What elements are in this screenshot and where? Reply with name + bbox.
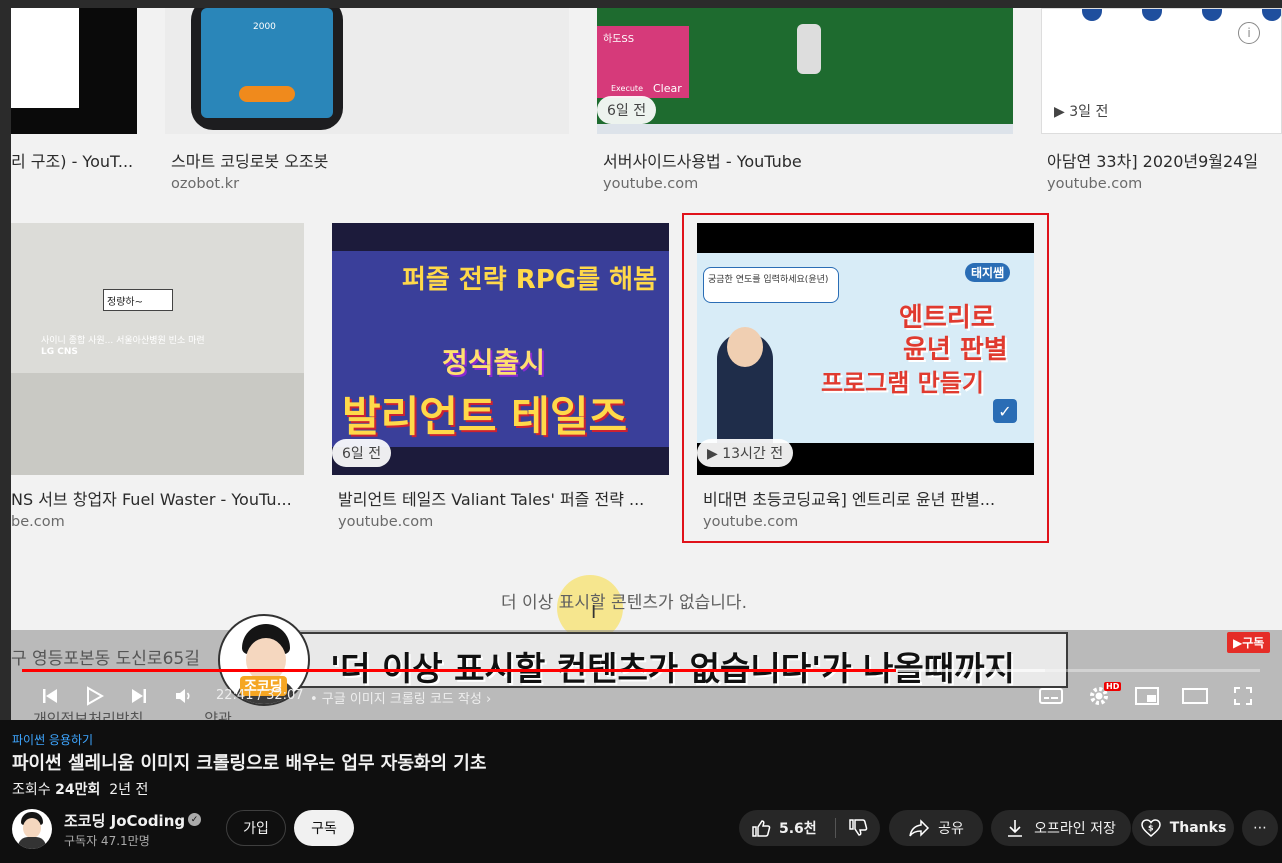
doc-circle-3: [1202, 9, 1222, 21]
phone-button-graphic: [239, 86, 295, 102]
result-source-2: ozobot.kr: [171, 176, 240, 192]
result-title-1: 리 구조) - YouT...: [11, 152, 134, 171]
offline-save-label: 오프라인 저장: [1034, 821, 1116, 837]
game-top-text: 퍼즐 전략 RPG를 해봄: [402, 265, 658, 295]
play-icon[interactable]: [80, 682, 108, 710]
upload-age: 2년 전: [109, 782, 149, 798]
hashtag-link[interactable]: 파이썬 응용하기: [12, 731, 93, 748]
result-thumbnail-2: 2000: [165, 8, 569, 134]
volume-icon[interactable]: [170, 682, 198, 710]
result-title-2: 스마트 코딩로봇 오조봇: [171, 152, 329, 171]
thumbs-down-icon: [848, 818, 868, 838]
miniplayer-icon[interactable]: [1133, 682, 1161, 710]
theater-mode-icon[interactable]: [1181, 682, 1209, 710]
doc-circle-1: [1082, 9, 1102, 21]
highlight-box: [682, 213, 1049, 543]
result-title-5: NS 서브 창업자 Fuel Waster - YouTu...: [11, 490, 292, 509]
text-cursor-icon: Ⅰ: [591, 602, 597, 623]
fullscreen-icon[interactable]: [1229, 682, 1257, 710]
offline-save-button[interactable]: 오프라인 저장: [991, 810, 1131, 846]
address-text: 구 영등포본동 도신로65길: [11, 649, 200, 669]
channel-avatar[interactable]: [12, 809, 52, 849]
like-count: 5.6천: [779, 821, 817, 837]
time-display: 22:41 / 32:07: [216, 688, 304, 703]
channel-name[interactable]: 조코딩 JoCoding: [64, 810, 185, 831]
time-badge-3: 6일 전: [597, 96, 657, 124]
thumbs-up-icon: [751, 818, 771, 838]
chapter-title[interactable]: • 구글 이미지 크롤링 코드 작성 ›: [310, 688, 491, 707]
heart-dollar-icon: $: [1140, 818, 1162, 838]
subscriber-count: 구독자 47.1만명: [64, 834, 150, 848]
share-button[interactable]: 공유: [889, 810, 983, 846]
time-badge-6: 6일 전: [332, 439, 392, 467]
time-badge-4: ▶ 3일 전: [1044, 97, 1119, 125]
join-button[interactable]: 가입: [226, 810, 286, 846]
info-icon[interactable]: i: [1238, 22, 1260, 44]
svg-text:$: $: [1148, 824, 1154, 833]
like-button[interactable]: 5.6천: [739, 810, 835, 846]
progress-played: [22, 669, 897, 672]
roblox-character: [797, 24, 821, 74]
result-source-3: youtube.com: [603, 176, 699, 192]
previous-icon[interactable]: [36, 682, 64, 710]
pink-panel-clear: Clear: [653, 82, 682, 95]
thanks-button[interactable]: $ Thanks: [1132, 810, 1234, 846]
subscribe-button[interactable]: 구독: [294, 810, 354, 846]
verified-check-icon: ✓: [188, 813, 201, 826]
result-source-5: be.com: [11, 514, 65, 530]
subtitles-icon[interactable]: [1037, 682, 1065, 710]
pink-panel: 하도SS Execute Clear: [597, 26, 689, 98]
game-mid-text: 정식출시: [442, 346, 546, 379]
result-thumbnail-3: 하도SS Execute Clear 6일 전: [597, 8, 1013, 134]
taskbar-graphic: [597, 124, 1013, 134]
video-title: 파이썬 셀레니움 이미지 크롤링으로 배우는 업무 자동화의 기초: [12, 753, 487, 774]
phone-score: 2000: [253, 22, 276, 32]
doc-circle-2: [1142, 9, 1162, 21]
views-value: 24만회: [55, 782, 101, 798]
video-player[interactable]: 리 구조) - YouT... 2000 스마트 코딩로봇 오조봇 ozobot…: [0, 0, 1282, 720]
result-source-6: youtube.com: [338, 514, 434, 530]
subscribe-watermark[interactable]: ▶구독: [1227, 632, 1271, 653]
result-source-4: youtube.com: [1047, 176, 1143, 192]
result-thumbnail-6: 퍼즐 전략 RPG를 해봄 정식출시 발리언트 테일즈 6일 전: [332, 223, 669, 475]
video-frame-search-results: 리 구조) - YouT... 2000 스마트 코딩로봇 오조봇 ozobot…: [11, 8, 1282, 720]
office-sign: 정량하~: [103, 289, 173, 311]
doc-circle-4: [1262, 9, 1281, 21]
video-top-edge: [0, 0, 1282, 8]
hd-badge: HD: [1104, 682, 1122, 691]
next-icon[interactable]: [125, 682, 153, 710]
youtube-watch-page: 리 구조) - YouT... 2000 스마트 코딩로봇 오조봇 ozobot…: [0, 0, 1282, 863]
result-title-6: 발리언트 테일즈 Valiant Tales' 퍼즐 전략 ...: [338, 490, 645, 509]
thanks-label: Thanks: [1169, 820, 1227, 836]
result-title-3: 서버사이드사용법 - YouTube: [603, 152, 802, 171]
video-left-edge: [0, 0, 11, 720]
office-floor: [11, 373, 304, 475]
share-arrow-icon: [908, 819, 930, 837]
result-thumbnail-5: 정량하~ 사이니 종합 사원... 서울아산병원 빈소 마련 LG CNS: [11, 223, 304, 475]
player-controls: 22:41 / 32:07 • 구글 이미지 크롤링 코드 작성 › HD: [0, 676, 1282, 720]
view-count: 조회수 24만회 2년 전: [12, 779, 148, 799]
paper-graphic: [11, 8, 79, 108]
more-actions-button[interactable]: ⋯: [1242, 810, 1278, 846]
pink-panel-execute: Execute: [611, 84, 643, 93]
download-icon: [1006, 818, 1024, 838]
result-title-4: 아담연 33차] 2020년9월24일: [1047, 152, 1259, 171]
game-big-text: 발리언트 테일즈: [342, 392, 628, 441]
result-thumbnail-1: [11, 8, 137, 134]
channel-avatar-body: [18, 837, 46, 849]
chapter-label: • 구글 이미지 크롤링 코드 작성: [310, 692, 482, 707]
pink-panel-label: 하도SS: [603, 34, 635, 45]
dislike-button[interactable]: [836, 810, 880, 846]
no-more-content-message: 더 이상 표시할 콘텐츠가 없습니다.: [501, 593, 747, 613]
chevron-right-icon: ›: [486, 692, 492, 707]
like-dislike-group: 5.6천: [739, 810, 880, 846]
views-label: 조회수: [12, 782, 51, 798]
office-caption: 사이니 종합 사원... 서울아산병원 빈소 마련: [41, 336, 205, 346]
share-label: 공유: [938, 821, 964, 837]
channel-avatar-face: [23, 818, 41, 838]
office-logo: LG CNS: [41, 347, 78, 357]
